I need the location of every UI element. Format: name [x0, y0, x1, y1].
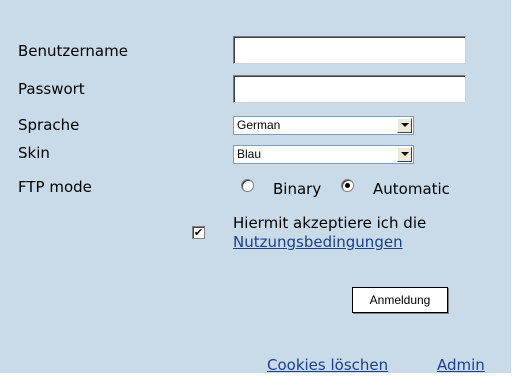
terms-text: Hiermit akzeptiere ich die	[233, 214, 427, 232]
password-label: Passwort	[18, 80, 85, 98]
ftp-automatic-radio[interactable]	[341, 179, 354, 192]
ftp-mode-label: FTP mode	[18, 178, 92, 196]
username-input[interactable]	[233, 36, 466, 64]
ftp-binary-label: Binary	[273, 180, 322, 198]
password-input[interactable]	[233, 75, 466, 103]
terms-link[interactable]: Nutzungsbedingungen	[233, 233, 403, 251]
login-panel: Benutzername Passwort Sprache German Ski…	[0, 0, 514, 376]
chevron-down-icon[interactable]	[397, 118, 412, 133]
skin-select-value: Blau	[237, 147, 262, 161]
ftp-binary-radio[interactable]	[241, 179, 254, 192]
login-button[interactable]: Anmeldung	[352, 287, 448, 313]
language-label: Sprache	[18, 116, 80, 134]
skin-label: Skin	[18, 144, 50, 162]
cookies-delete-link[interactable]: Cookies löschen	[267, 356, 388, 374]
language-select[interactable]: German	[233, 116, 414, 135]
skin-select[interactable]: Blau	[233, 145, 414, 164]
username-label: Benutzername	[18, 42, 128, 60]
terms-checkbox[interactable]: ✔	[192, 226, 205, 239]
ftp-automatic-label: Automatic	[373, 180, 450, 198]
chevron-down-icon[interactable]	[397, 147, 412, 162]
language-select-value: German	[237, 118, 281, 132]
admin-link[interactable]: Admin	[437, 356, 485, 374]
